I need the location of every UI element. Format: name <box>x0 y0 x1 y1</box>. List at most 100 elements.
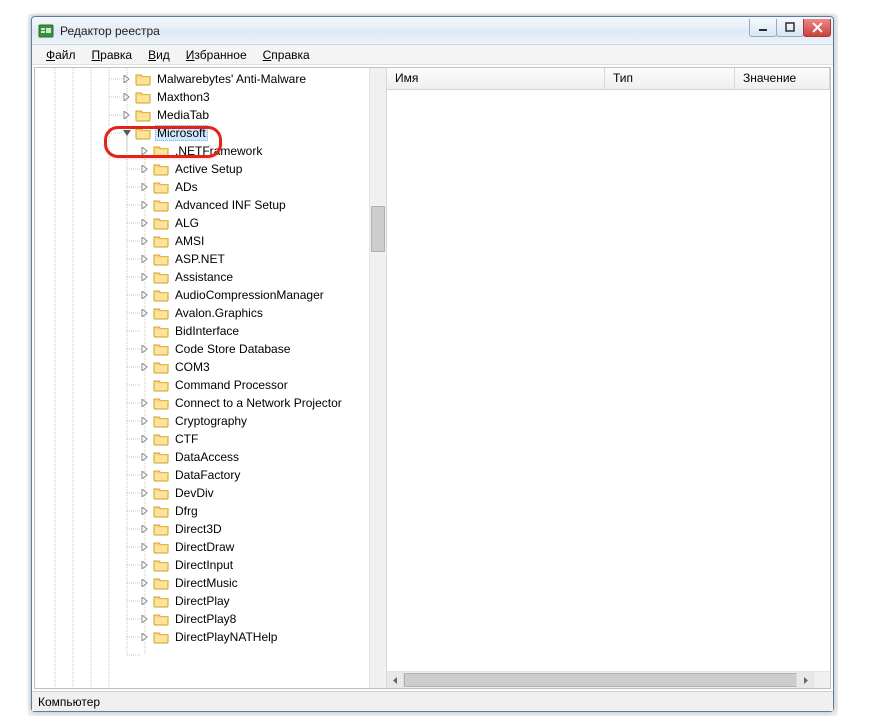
tree-item-label: ASP.NET <box>173 252 227 266</box>
scrollbar-thumb[interactable] <box>371 206 385 252</box>
expander-icon[interactable] <box>121 73 133 85</box>
folder-icon <box>153 324 169 338</box>
tree-item-label: .NETFramework <box>173 144 264 158</box>
minimize-button[interactable] <box>749 19 777 37</box>
tree-item[interactable]: DirectDraw <box>35 538 369 556</box>
expander-icon[interactable] <box>139 469 151 481</box>
expander-icon[interactable] <box>139 235 151 247</box>
folder-icon <box>135 72 151 86</box>
expander-icon[interactable] <box>121 127 133 139</box>
tree-item[interactable]: Avalon.Graphics <box>35 304 369 322</box>
tree-item-label: Malwarebytes' Anti-Malware <box>155 72 308 86</box>
expander-icon[interactable] <box>139 325 151 337</box>
column-value[interactable]: Значение <box>735 68 830 89</box>
expander-icon[interactable] <box>139 289 151 301</box>
tree-item[interactable]: COM3 <box>35 358 369 376</box>
tree-item-selected[interactable]: Microsoft <box>35 124 369 142</box>
tree-item[interactable]: DirectPlay <box>35 592 369 610</box>
scrollbar-thumb[interactable] <box>404 673 800 687</box>
expander-icon[interactable] <box>139 577 151 589</box>
tree-item[interactable]: Command Processor <box>35 376 369 394</box>
tree-item[interactable]: CTF <box>35 430 369 448</box>
tree-vertical-scrollbar[interactable] <box>369 68 386 688</box>
tree-item[interactable]: DirectInput <box>35 556 369 574</box>
tree-item[interactable]: .NETFramework <box>35 142 369 160</box>
values-horizontal-scrollbar[interactable] <box>387 671 830 688</box>
tree-item[interactable]: AMSI <box>35 232 369 250</box>
folder-icon <box>153 288 169 302</box>
expander-icon[interactable] <box>139 505 151 517</box>
tree-item-label: Connect to a Network Projector <box>173 396 344 410</box>
folder-icon <box>153 360 169 374</box>
tree-item[interactable]: Code Store Database <box>35 340 369 358</box>
expander-icon[interactable] <box>139 181 151 193</box>
tree-item[interactable]: ASP.NET <box>35 250 369 268</box>
tree-item-label: DirectMusic <box>173 576 240 590</box>
tree-item-label: Active Setup <box>173 162 244 176</box>
maximize-button[interactable] <box>776 19 804 37</box>
tree-item[interactable]: Connect to a Network Projector <box>35 394 369 412</box>
expander-icon[interactable] <box>139 343 151 355</box>
close-button[interactable] <box>803 19 831 37</box>
expander-icon[interactable] <box>121 91 133 103</box>
menu-help[interactable]: Справка <box>255 46 318 64</box>
tree-item[interactable]: Advanced INF Setup <box>35 196 369 214</box>
tree-item[interactable]: Assistance <box>35 268 369 286</box>
tree-item-label: Direct3D <box>173 522 224 536</box>
tree-item[interactable]: Direct3D <box>35 520 369 538</box>
registry-tree[interactable]: Malwarebytes' Anti-Malware Maxthon3MediaT… <box>35 68 369 688</box>
tree-item-label: Microsoft <box>155 125 208 141</box>
tree-item[interactable]: DirectPlay8 <box>35 610 369 628</box>
expander-icon[interactable] <box>139 451 151 463</box>
tree-item[interactable]: Dfrg <box>35 502 369 520</box>
tree-item[interactable]: Active Setup <box>35 160 369 178</box>
menu-favorites[interactable]: Избранное <box>178 46 255 64</box>
scrollbar-corner <box>813 672 830 688</box>
tree-item[interactable]: BidInterface <box>35 322 369 340</box>
titlebar[interactable]: Редактор реестра <box>32 17 833 45</box>
expander-icon[interactable] <box>139 217 151 229</box>
expander-icon[interactable] <box>139 361 151 373</box>
tree-item[interactable]: DataAccess <box>35 448 369 466</box>
tree-item[interactable]: Malwarebytes' Anti-Malware <box>35 70 369 88</box>
expander-icon[interactable] <box>121 109 133 121</box>
tree-item[interactable]: Maxthon3 <box>35 88 369 106</box>
scroll-left-button[interactable] <box>387 672 404 688</box>
expander-icon[interactable] <box>139 631 151 643</box>
menu-file[interactable]: Файл <box>38 46 84 64</box>
expander-icon[interactable] <box>139 145 151 157</box>
tree-item[interactable]: MediaTab <box>35 106 369 124</box>
expander-icon[interactable] <box>139 253 151 265</box>
expander-icon[interactable] <box>139 559 151 571</box>
scroll-right-button[interactable] <box>796 672 813 688</box>
expander-icon[interactable] <box>139 163 151 175</box>
tree-item[interactable]: ADs <box>35 178 369 196</box>
tree-item[interactable]: ALG <box>35 214 369 232</box>
expander-icon[interactable] <box>139 595 151 607</box>
expander-icon[interactable] <box>139 523 151 535</box>
expander-icon[interactable] <box>139 271 151 283</box>
tree-item[interactable]: DataFactory <box>35 466 369 484</box>
expander-icon[interactable] <box>139 307 151 319</box>
menu-edit[interactable]: Правка <box>84 46 141 64</box>
expander-icon[interactable] <box>139 541 151 553</box>
tree-item[interactable]: DirectMusic <box>35 574 369 592</box>
values-pane: Имя Тип Значение <box>387 68 830 688</box>
folder-icon <box>135 108 151 122</box>
expander-icon[interactable] <box>139 415 151 427</box>
expander-icon[interactable] <box>139 199 151 211</box>
tree-item[interactable]: AudioCompressionManager <box>35 286 369 304</box>
column-type[interactable]: Тип <box>605 68 735 89</box>
tree-item[interactable]: DevDiv <box>35 484 369 502</box>
values-list[interactable] <box>387 90 830 671</box>
menu-view[interactable]: Вид <box>140 46 178 64</box>
expander-icon[interactable] <box>139 487 151 499</box>
folder-icon <box>153 342 169 356</box>
tree-item[interactable]: Cryptography <box>35 412 369 430</box>
tree-item[interactable]: DirectPlayNATHelp <box>35 628 369 646</box>
column-name[interactable]: Имя <box>387 68 605 89</box>
expander-icon[interactable] <box>139 613 151 625</box>
expander-icon[interactable] <box>139 379 151 391</box>
expander-icon[interactable] <box>139 433 151 445</box>
expander-icon[interactable] <box>139 397 151 409</box>
